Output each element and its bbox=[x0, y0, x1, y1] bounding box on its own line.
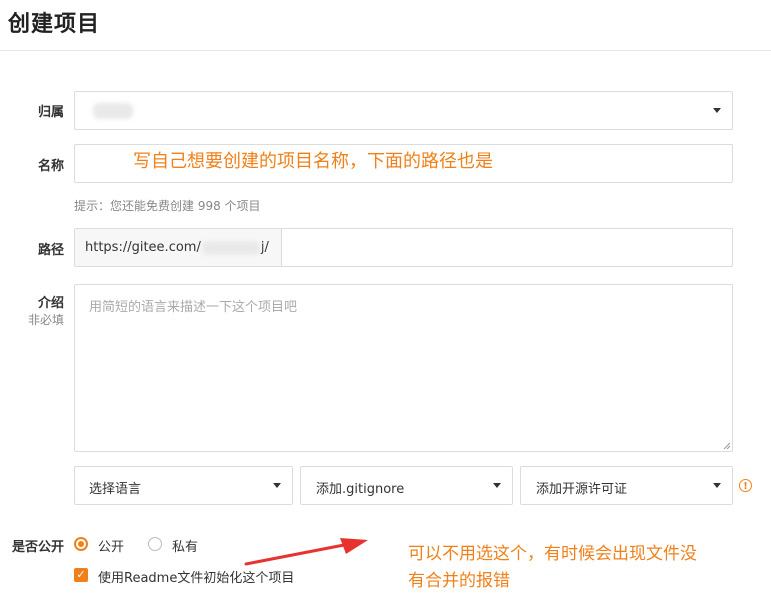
visibility-public-label: 公开 bbox=[98, 540, 125, 555]
chevron-down-icon bbox=[713, 108, 721, 113]
visibility-private-label: 私有 bbox=[172, 540, 199, 555]
owner-redacted bbox=[93, 103, 133, 119]
title-divider bbox=[0, 50, 771, 51]
chevron-down-icon bbox=[713, 483, 721, 488]
description-placeholder: 用简短的语言来描述一下这个项目吧 bbox=[89, 300, 298, 315]
path-prefix-domain: https://gitee.com/ bbox=[85, 240, 201, 255]
readme-annotation-line2: 有合并的报错 bbox=[408, 571, 510, 591]
path-field: https://gitee.com/ j/ bbox=[74, 228, 733, 267]
description-textarea[interactable]: 用简短的语言来描述一下这个项目吧 bbox=[74, 284, 733, 452]
description-sublabel: 非必填 bbox=[27, 313, 64, 327]
radio-selected-icon bbox=[74, 537, 88, 551]
readme-annotation: 可以不用选这个，有时候会出现文件没 有合并的报错 bbox=[408, 541, 697, 595]
path-username-redacted bbox=[201, 240, 260, 255]
owner-label: 归属 bbox=[37, 105, 64, 120]
path-label: 路径 bbox=[37, 243, 64, 258]
path-input[interactable] bbox=[282, 229, 732, 266]
name-hint: 提示：您还能免费创建 998 个项目 bbox=[74, 199, 261, 213]
path-prefix-end: j/ bbox=[260, 240, 269, 255]
visibility-public-option[interactable]: 公开 bbox=[74, 536, 134, 555]
readme-annotation-line1: 可以不用选这个，有时候会出现文件没 bbox=[408, 544, 697, 564]
radio-unselected-icon bbox=[148, 537, 162, 551]
license-select-value: 添加开源许可证 bbox=[536, 482, 628, 497]
path-prefix: https://gitee.com/ j/ bbox=[75, 229, 282, 266]
chevron-down-icon bbox=[273, 483, 281, 488]
page-title: 创建项目 bbox=[8, 12, 101, 37]
language-select[interactable]: 选择语言 bbox=[74, 466, 293, 505]
visibility-label: 是否公开 bbox=[11, 540, 64, 555]
name-label: 名称 bbox=[37, 159, 64, 174]
gitignore-select[interactable]: 添加.gitignore bbox=[300, 466, 513, 505]
license-select[interactable]: 添加开源许可证 bbox=[520, 466, 733, 505]
visibility-private-option[interactable]: 私有 bbox=[148, 536, 208, 555]
info-icon[interactable]: ! bbox=[739, 479, 752, 492]
owner-select[interactable] bbox=[74, 91, 733, 130]
resize-handle-icon[interactable] bbox=[723, 442, 731, 450]
description-label: 介绍 bbox=[37, 296, 64, 311]
name-annotation: 写自己想要创建的项目名称，下面的路径也是 bbox=[133, 151, 493, 172]
check-icon: ✓ bbox=[74, 568, 88, 582]
language-select-value: 选择语言 bbox=[89, 482, 142, 497]
red-arrow-icon bbox=[244, 538, 368, 566]
gitignore-select-value: 添加.gitignore bbox=[316, 482, 405, 497]
chevron-down-icon bbox=[493, 483, 501, 488]
